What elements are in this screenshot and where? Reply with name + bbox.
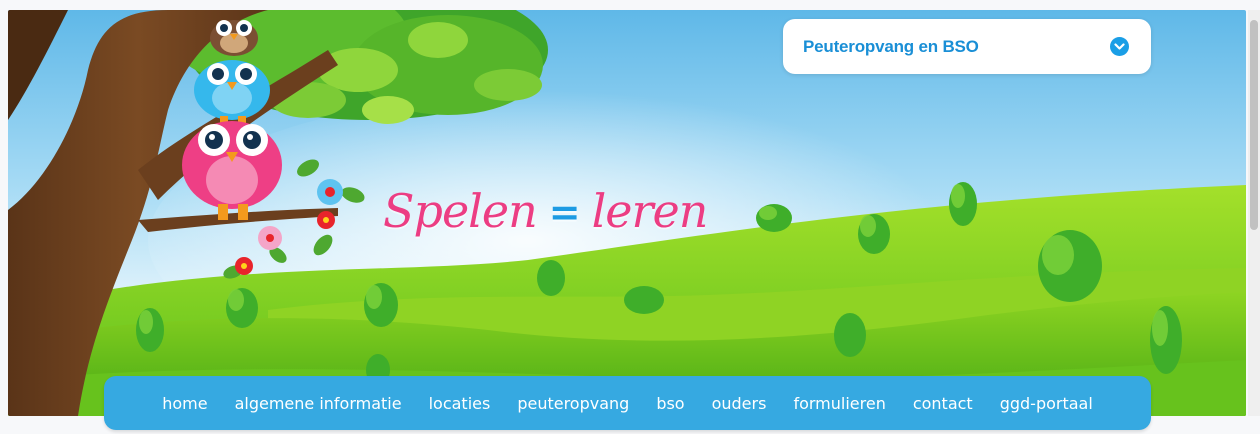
nav-home[interactable]: home [149,394,221,413]
nav-contact[interactable]: contact [899,394,986,413]
location-select-value: Peuteropvang en BSO [803,36,979,56]
tagline: Spelen = leren [383,176,709,246]
nav-ggd-portaal[interactable]: ggd-portaal [986,394,1106,413]
nav-bso[interactable]: bso [643,394,698,413]
tagline-spelen: Spelen [383,184,538,238]
tagline-leren: leren [591,184,709,238]
main-nav: home algemene informatie locaties peuter… [104,376,1151,430]
nav-ouders[interactable]: ouders [698,394,780,413]
nav-formulieren[interactable]: formulieren [780,394,899,413]
owl-top [210,20,258,56]
nav-locaties[interactable]: locaties [415,394,504,413]
chevron-down-icon [1110,37,1129,56]
nav-peuteropvang[interactable]: peuteropvang [504,394,643,413]
location-select[interactable]: Peuteropvang en BSO [783,19,1151,74]
scrollbar-thumb[interactable] [1250,20,1258,230]
tagline-equals: = [548,188,581,234]
nav-algemene-informatie[interactable]: algemene informatie [221,394,415,413]
